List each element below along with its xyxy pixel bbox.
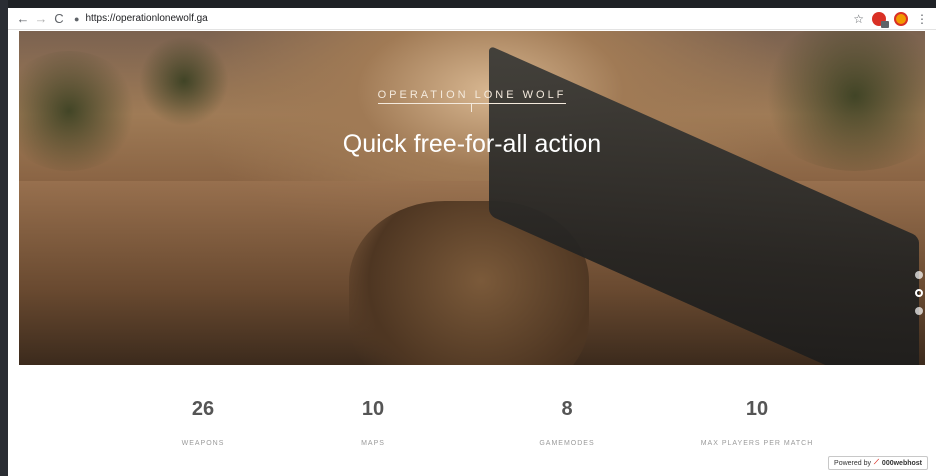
lock-icon: ● xyxy=(74,13,80,24)
hero-carousel: OPERATION LONE WOLF Quick free-for-all a… xyxy=(19,31,925,365)
address-bar[interactable]: ● https://operationlonewolf.ga xyxy=(74,10,853,28)
url-text: https://operationlonewolf.ga xyxy=(85,13,208,24)
extension-opera-icon[interactable] xyxy=(872,11,889,28)
carousel-indicators xyxy=(915,271,923,315)
browser-toolbar: ← → C ● https://operationlonewolf.ga ☆ ⋮ xyxy=(8,8,936,30)
stat-gamemodes: 8 GAMEMODES xyxy=(467,398,667,447)
browser-menu-icon[interactable]: ⋮ xyxy=(916,12,928,26)
toolbar-actions: ☆ ⋮ xyxy=(853,11,928,28)
forward-icon[interactable]: → xyxy=(32,10,50,28)
hero-divider xyxy=(471,103,472,112)
powered-by-text: Powered by xyxy=(834,459,872,467)
carousel-dot-3[interactable] xyxy=(915,307,923,315)
carousel-dot-1[interactable] xyxy=(915,271,923,279)
reload-icon[interactable]: C xyxy=(50,10,68,28)
powered-by-badge[interactable]: Powered by ⟋ 000webhost xyxy=(828,456,928,470)
hero-title: Quick free-for-all action xyxy=(342,130,602,158)
stat-maps: 10 MAPS xyxy=(273,398,473,447)
back-icon[interactable]: ← xyxy=(14,10,32,28)
webhost-logo-icon: ⟋ xyxy=(874,459,879,466)
stat-label: MAX PLAYERS PER MATCH xyxy=(700,440,814,447)
stat-label: GAMEMODES xyxy=(539,440,595,447)
window-titlebar xyxy=(8,0,936,8)
stats-section: 26 WEAPONS 10 MAPS 8 GAMEMODES 10 MAX PL… xyxy=(19,398,925,458)
stat-number: 8 xyxy=(561,398,573,420)
browser-window: ← → C ● https://operationlonewolf.ga ☆ ⋮… xyxy=(8,0,936,476)
stat-number: 10 xyxy=(361,398,385,420)
powered-by-brand: 000webhost xyxy=(881,459,922,467)
carousel-dot-2[interactable] xyxy=(915,289,923,297)
stat-max-players: 10 MAX PLAYERS PER MATCH xyxy=(657,398,857,447)
hero-kicker-text: OPERATION LONE WOLF xyxy=(377,89,567,104)
extension-badge-icon[interactable] xyxy=(894,11,908,26)
palm-tree-decoration xyxy=(139,36,229,126)
stat-number: 10 xyxy=(745,398,769,420)
stat-label: MAPS xyxy=(361,440,385,447)
hero-kicker: OPERATION LONE WOLF xyxy=(19,89,925,104)
bookmark-star-icon[interactable]: ☆ xyxy=(853,12,864,26)
